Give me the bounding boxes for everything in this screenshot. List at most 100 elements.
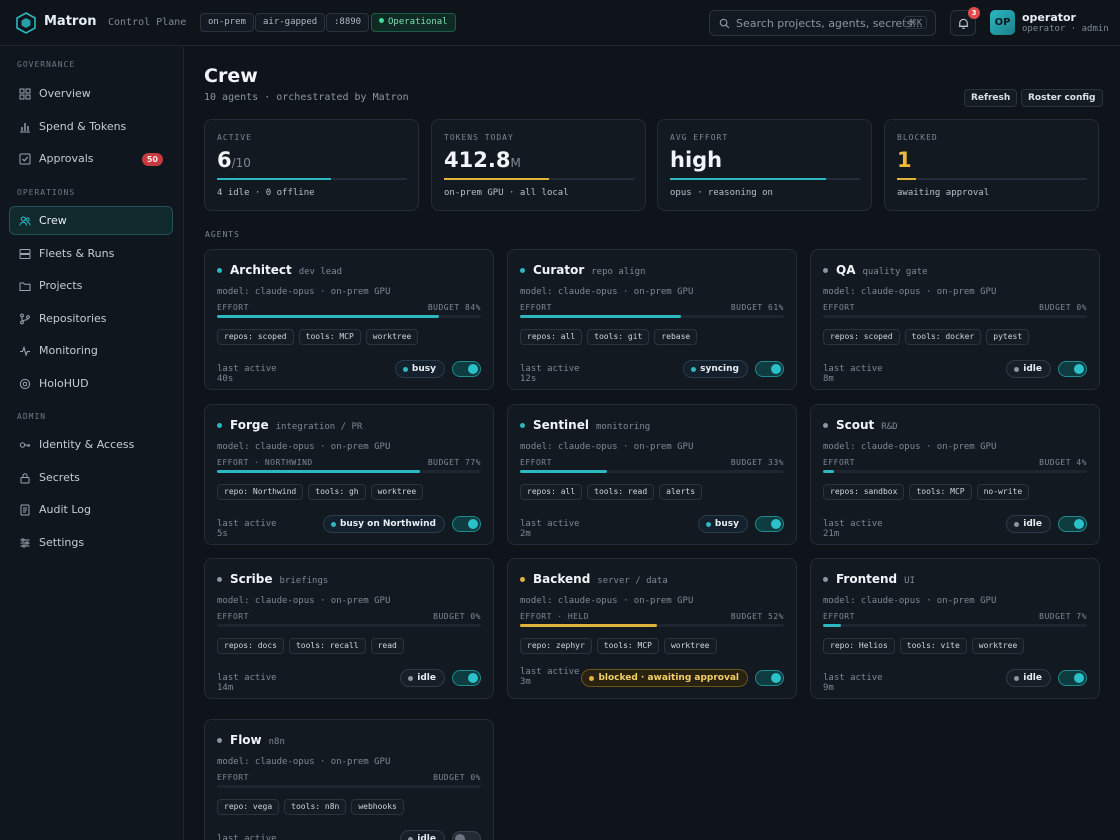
sidebar-item-spend[interactable]: Spend & Tokens	[9, 112, 173, 141]
toggle-knob	[468, 519, 478, 529]
sidebar-item-monitoring[interactable]: Monitoring	[9, 336, 173, 365]
agent-tag: repos: all	[520, 329, 583, 345]
sidebar-item-overview[interactable]: Overview	[9, 79, 173, 108]
agent-tags: repo: Helios tools: vite worktree	[823, 638, 1025, 654]
agent-budget-label: BUDGET 33%	[730, 458, 784, 467]
sidebar-item-label: Projects	[39, 279, 83, 292]
agent-tag: tools: git	[587, 329, 650, 345]
agent-state-dot	[520, 423, 525, 428]
avatar[interactable]: OP	[990, 10, 1015, 35]
agent-name-label: Backend	[533, 572, 591, 586]
stat-label: BLOCKED	[897, 133, 938, 142]
agent-effort-label: EFFORT	[823, 458, 855, 467]
agent-status-pill: idle	[1006, 669, 1051, 687]
approvals-count-badge: 50	[141, 153, 163, 166]
agent-enable-toggle[interactable]	[452, 670, 481, 686]
sidebar-section-governance: GOVERNANCE	[17, 60, 76, 69]
roster-config-button[interactable]: Roster config	[1021, 89, 1103, 107]
agent-card-scribe[interactable]: Scribe briefings model: claude-opus · on-p…	[204, 558, 494, 699]
sidebar-item-label: Crew	[39, 214, 67, 227]
agent-card-forge[interactable]: Forge integration / PR model: claude-opus …	[204, 404, 494, 545]
stat-progress-track	[670, 178, 860, 180]
sidebar-item-audit[interactable]: Audit Log	[9, 495, 173, 524]
agent-role: server / data	[597, 576, 668, 586]
sidebar-item-secrets[interactable]: Secrets	[9, 463, 173, 492]
sidebar-item-approvals[interactable]: Approvals 50	[9, 144, 173, 173]
agent-enable-toggle[interactable]	[1058, 361, 1087, 377]
notifications-button[interactable]: 3	[950, 7, 980, 36]
stat-card-blocked: BLOCKED 1 awaiting approval	[884, 119, 1099, 211]
agent-card-scout[interactable]: Scout R&D model: claude-opus · on-prem GPU…	[810, 404, 1100, 545]
agent-enable-toggle[interactable]	[755, 670, 784, 686]
agent-model: model: claude-opus · on-prem GPU	[217, 442, 391, 452]
agent-enable-toggle[interactable]	[1058, 670, 1087, 686]
agent-role: n8n	[268, 737, 285, 747]
agent-enable-toggle[interactable]	[452, 516, 481, 532]
agent-card-frontend[interactable]: Frontend UI model: claude-opus · on-prem G…	[810, 558, 1100, 699]
git-branch-icon	[20, 313, 30, 325]
refresh-button[interactable]: Refresh	[964, 89, 1018, 107]
user-name[interactable]: operator	[1022, 11, 1076, 24]
agent-card-backend[interactable]: Backend server / data model: claude-opus ·…	[507, 558, 797, 699]
bar-chart-icon	[20, 123, 30, 133]
agent-tag: tools: MCP	[298, 329, 361, 345]
search-placeholder: Search projects, agents, secrets...	[736, 17, 923, 30]
sidebar-item-label: Audit Log	[39, 503, 91, 516]
agent-last-active: last active 2m	[520, 519, 580, 539]
agent-effort-label: EFFORT	[217, 303, 249, 312]
agent-tag: tools: recall	[288, 638, 366, 654]
agent-tags: repo: Northwind tools: gh worktree	[217, 484, 424, 500]
sidebar-item-label: Spend & Tokens	[39, 120, 127, 133]
agent-tag: read	[370, 638, 404, 654]
file-icon	[20, 504, 30, 516]
agent-name: Flow n8n	[230, 733, 285, 747]
agent-enable-toggle[interactable]	[452, 361, 481, 377]
agent-tag: worktree	[365, 329, 419, 345]
agent-tag: repo: Northwind	[217, 484, 304, 500]
agent-enable-toggle[interactable]	[755, 361, 784, 377]
agent-card-qa[interactable]: QA quality gate model: claude-opus · on-pr…	[810, 249, 1100, 390]
agent-tag: tools: docker	[904, 329, 982, 345]
agent-tag: tools: vite	[899, 638, 967, 654]
sidebar-item-crew[interactable]: Crew	[9, 206, 173, 235]
agent-enable-toggle[interactable]	[755, 516, 784, 532]
stat-value: 1	[897, 148, 912, 172]
notification-count-badge: 3	[968, 7, 980, 19]
agent-card-flow[interactable]: Flow n8n model: claude-opus · on-prem GPU E…	[204, 719, 494, 840]
brand-name[interactable]: Matron	[44, 14, 97, 29]
agent-tags: repos: scoped tools: docker pytest	[823, 329, 1030, 345]
sidebar-item-settings[interactable]: Settings	[9, 528, 173, 557]
agent-enable-toggle[interactable]	[452, 831, 481, 840]
search-input[interactable]: Search projects, agents, secrets... ⌘K	[709, 10, 936, 36]
agent-card-sentinel[interactable]: Sentinel monitoring model: claude-opus · o…	[507, 404, 797, 545]
page-subtitle: 10 agents · orchestrated by Matron	[204, 92, 409, 103]
sidebar-item-label: Repositories	[39, 312, 107, 325]
stat-number: high	[670, 148, 723, 172]
agent-tag: tools: MCP	[596, 638, 659, 654]
stat-progress-track	[217, 178, 407, 180]
agent-tag: no-write	[976, 484, 1030, 500]
agent-model: model: claude-opus · on-prem GPU	[520, 596, 694, 606]
agent-name: Scout R&D	[836, 418, 898, 432]
sidebar-item-fleets[interactable]: Fleets & Runs	[9, 239, 173, 268]
sidebar-item-identity[interactable]: Identity & Access	[9, 430, 173, 459]
agent-last-active: last active 40s	[217, 364, 277, 384]
sidebar-section-admin: ADMIN	[17, 412, 47, 421]
agent-effort-label: EFFORT	[217, 612, 249, 621]
stat-footnote: on-prem GPU · all local	[444, 188, 569, 198]
agent-card-architect[interactable]: Architect dev lead model: claude-opus · on…	[204, 249, 494, 390]
env-chip-airgapped: air-gapped	[255, 13, 326, 32]
sidebar-item-holohud[interactable]: HoloHUD	[9, 369, 173, 398]
sidebar-item-repositories[interactable]: Repositories	[9, 304, 173, 333]
agent-name: Backend server / data	[533, 572, 668, 586]
env-chip-onprem: on-prem	[200, 13, 254, 32]
agent-tag: pytest	[986, 329, 1030, 345]
agent-card-curator[interactable]: Curator repo align model: claude-opus · on…	[507, 249, 797, 390]
sidebar-item-label: Overview	[39, 87, 91, 100]
agent-enable-toggle[interactable]	[1058, 516, 1087, 532]
agent-model: model: claude-opus · on-prem GPU	[520, 442, 694, 452]
agent-role: integration / PR	[275, 422, 363, 432]
agent-last-active: last active 3m	[520, 667, 580, 687]
stat-footnote: opus · reasoning on	[670, 188, 773, 198]
sidebar-item-projects[interactable]: Projects	[9, 271, 173, 300]
